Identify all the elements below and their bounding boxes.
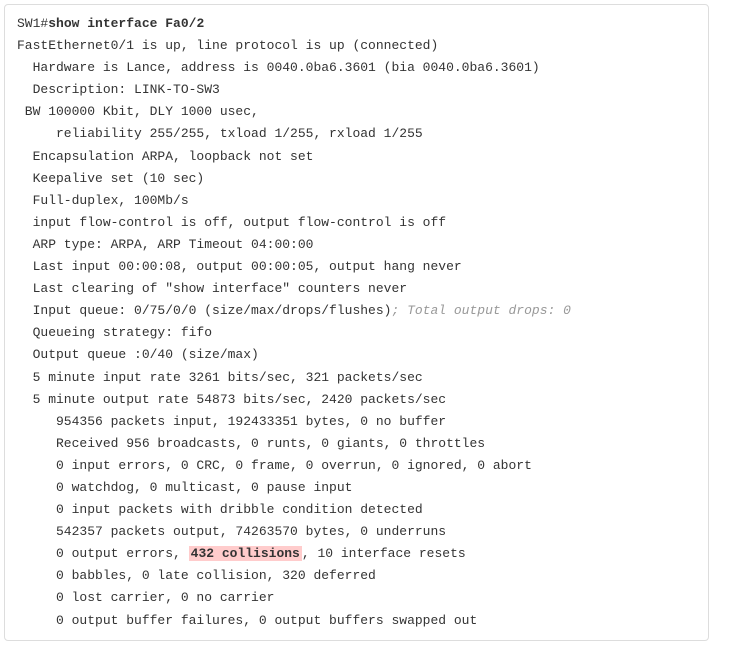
- output-line: Full-duplex, 100Mb/s: [17, 190, 696, 212]
- output-line: 0 input packets with dribble condition d…: [17, 499, 696, 521]
- output-line: Description: LINK-TO-SW3: [17, 79, 696, 101]
- output-line: 0 output errors, 432 collisions, 10 inte…: [17, 543, 696, 565]
- output-line: 5 minute output rate 54873 bits/sec, 242…: [17, 389, 696, 411]
- output-line: 0 output buffer failures, 0 output buffe…: [17, 610, 696, 632]
- output-line: 954356 packets input, 192433351 bytes, 0…: [17, 411, 696, 433]
- collisions-highlight: 432 collisions: [189, 546, 302, 561]
- output-line: Last clearing of "show interface" counte…: [17, 278, 696, 300]
- terminal-output: SW1#show interface Fa0/2FastEthernet0/1 …: [4, 4, 709, 641]
- output-line: Hardware is Lance, address is 0040.0ba6.…: [17, 57, 696, 79]
- output-line: 0 watchdog, 0 multicast, 0 pause input: [17, 477, 696, 499]
- output-line: 0 lost carrier, 0 no carrier: [17, 587, 696, 609]
- output-line: Encapsulation ARPA, loopback not set: [17, 146, 696, 168]
- output-line: Keepalive set (10 sec): [17, 168, 696, 190]
- output-line: 0 input errors, 0 CRC, 0 frame, 0 overru…: [17, 455, 696, 477]
- output-line: FastEthernet0/1 is up, line protocol is …: [17, 35, 696, 57]
- output-line: Received 956 broadcasts, 0 runts, 0 gian…: [17, 433, 696, 455]
- command-line: SW1#show interface Fa0/2: [17, 13, 696, 35]
- output-line: ARP type: ARPA, ARP Timeout 04:00:00: [17, 234, 696, 256]
- output-line: BW 100000 Kbit, DLY 1000 usec,: [17, 101, 696, 123]
- output-line: input flow-control is off, output flow-c…: [17, 212, 696, 234]
- command: show interface Fa0/2: [48, 16, 204, 31]
- output-line: reliability 255/255, txload 1/255, rxloa…: [17, 123, 696, 145]
- output-text: 0 output errors,: [17, 546, 189, 561]
- comment-text: ; Total output drops: 0: [391, 303, 570, 318]
- output-line: Last input 00:00:08, output 00:00:05, ou…: [17, 256, 696, 278]
- output-line: 5 minute input rate 3261 bits/sec, 321 p…: [17, 367, 696, 389]
- output-line: Output queue :0/40 (size/max): [17, 344, 696, 366]
- output-line: Input queue: 0/75/0/0 (size/max/drops/fl…: [17, 300, 696, 322]
- output-text: Input queue: 0/75/0/0 (size/max/drops/fl…: [17, 303, 391, 318]
- output-line: 0 babbles, 0 late collision, 320 deferre…: [17, 565, 696, 587]
- output-line: Queueing strategy: fifo: [17, 322, 696, 344]
- prompt: SW1#: [17, 16, 48, 31]
- output-text: , 10 interface resets: [302, 546, 466, 561]
- output-line: 542357 packets output, 74263570 bytes, 0…: [17, 521, 696, 543]
